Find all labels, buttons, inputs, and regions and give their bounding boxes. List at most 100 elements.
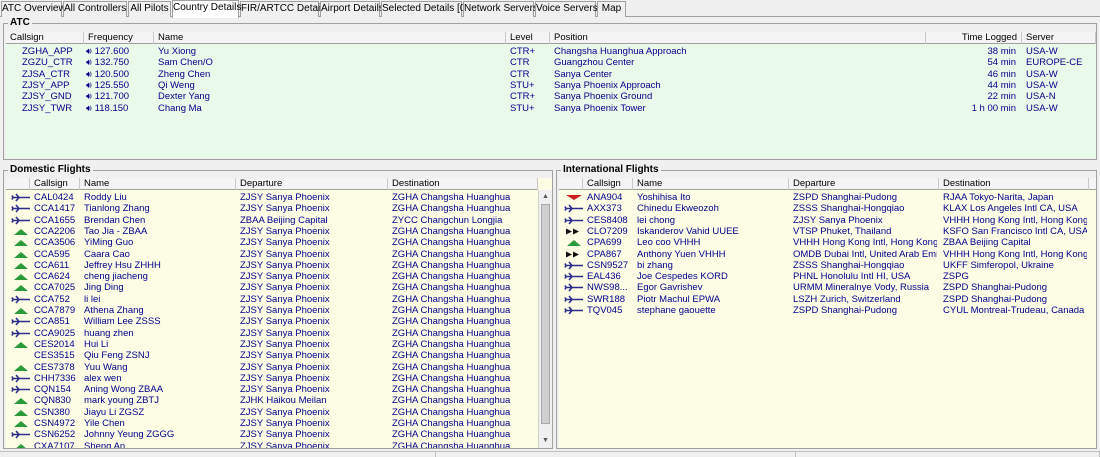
flight-row[interactable]: CSN9527 bi zhang ZSSS Shanghai-Hongqiao UKF…: [559, 260, 1096, 271]
vertical-scrollbar[interactable]: ▲ ▼: [538, 190, 552, 448]
flight-row[interactable]: CQN154 Aning Wong ZBAA ZJSY Sanya Phoenix Z…: [6, 384, 538, 395]
atc-row[interactable]: ZJSY_GND 🔊︎ 121.700 Dexter Yang CTR+ Sanya Ph…: [6, 91, 1096, 102]
frequency-value: 118.150: [94, 102, 129, 114]
scroll-thumb[interactable]: [541, 204, 550, 424]
callsign-cell: CAL0424: [34, 192, 74, 203]
flight-row[interactable]: ANA904 Yoshihisa Ito ZSPD Shanghai-Pudong R…: [559, 192, 1096, 203]
flight-row[interactable]: CHH7336 alex wen ZJSY Sanya Phoenix ZGHA Ch…: [6, 373, 538, 384]
flight-row[interactable]: CPA867 Anthony Yuen VHHH OMDB Dubai Intl, …: [559, 249, 1096, 260]
frequency-value: 120.500: [94, 68, 130, 80]
name-cell: bi zhang: [637, 259, 673, 271]
flight-row[interactable]: CSN380 Jiayu Li ZGSZ ZJSY Sanya Phoenix ZGH…: [6, 407, 538, 418]
destination-cell: ZGHA Changsha Huanghua: [392, 406, 511, 418]
tab-network-servers[interactable]: Network Servers: [463, 1, 538, 17]
flight-row[interactable]: AXX373 Chinedu Ekweozoh ZSSS Shanghai-Hong…: [559, 203, 1096, 214]
time-cell: 22 min: [987, 91, 1016, 103]
tab-country-details[interactable]: Country Details: [172, 0, 241, 18]
column-header[interactable]: Callsign: [6, 32, 84, 44]
flight-row[interactable]: CCA595 Caara Cao ZJSY Sanya Phoenix ZGHA Ch…: [6, 249, 538, 260]
column-header[interactable]: Name: [633, 178, 789, 190]
flight-row[interactable]: CCA2206 Tao Jia - ZBAA ZJSY Sanya Phoenix Z…: [6, 226, 538, 237]
column-header[interactable]: Server: [1022, 32, 1096, 44]
flight-row[interactable]: CCA624 cheng jiacheng ZJSY Sanya Phoenix ZG…: [6, 271, 538, 282]
column-header[interactable]: Level: [506, 32, 550, 44]
flight-row[interactable]: CES8408 lei chong ZJSY Sanya Phoenix VHHH H…: [559, 215, 1096, 226]
column-header-icon[interactable]: [559, 178, 583, 190]
flight-row[interactable]: CCA3506 YiMing Guo ZJSY Sanya Phoenix ZGHA …: [6, 237, 538, 248]
tab-all-controllers[interactable]: All Controllers: [63, 1, 127, 17]
atc-row[interactable]: ZGHA_APP 🔊︎ 127.600 Yu Xiong CTR+ Changsha Hu…: [6, 46, 1096, 57]
tab-airport-details[interactable]: Airport Details: [320, 1, 384, 17]
flight-row[interactable]: CLO7209 Iskanderov Vahid UUEE VTSP Phuket,…: [559, 226, 1096, 237]
tab-all-pilots[interactable]: All Pilots: [128, 1, 171, 17]
ground-icon: [14, 421, 28, 427]
tab-map[interactable]: Map: [597, 1, 626, 17]
flight-row[interactable]: CCA7025 Jing Ding ZJSY Sanya Phoenix ZGHA C…: [6, 282, 538, 293]
international-flights-list[interactable]: Callsign Name Departure Destination ANA904 Yo…: [559, 178, 1096, 448]
destination-cell: ZGHA Changsha Huanghua: [392, 248, 511, 260]
name-cell: Roddy Liu: [84, 192, 127, 203]
plane-icon: [11, 329, 30, 338]
flight-row[interactable]: EAL436 Joe Cespedes KORD PHNL Honolulu Int…: [559, 271, 1096, 282]
departure-cell: ZJSY Sanya Phoenix: [240, 316, 330, 328]
tab-selected-details-0[interactable]: Selected Details [0]: [381, 1, 468, 17]
callsign-cell: CCA611: [34, 259, 70, 271]
scroll-up-button[interactable]: ▲: [539, 190, 552, 204]
column-header[interactable]: Destination: [939, 178, 1089, 190]
server-cell: USA-N: [1026, 91, 1056, 103]
tab-atc-overview[interactable]: ATC Overview: [1, 1, 66, 17]
status-bar: [0, 451, 1100, 457]
column-header[interactable]: Name: [154, 32, 506, 44]
column-header[interactable]: Position: [550, 32, 926, 44]
flight-row[interactable]: CCA9025 huang zhen ZJSY Sanya Phoenix ZGHA …: [6, 328, 538, 339]
column-header[interactable]: Time Logged: [926, 32, 1022, 44]
flight-row[interactable]: SWR188 Piotr Machul EPWA LSZH Zurich, Swit…: [559, 294, 1096, 305]
flight-row[interactable]: CES2014 Hui Li ZJSY Sanya Phoenix ZGHA Chan…: [6, 339, 538, 350]
tab-fir-artcc-details[interactable]: FIR/ARTCC Details: [240, 1, 328, 17]
flight-row[interactable]: CPA699 Leo coo VHHH VHHH Hong Kong Intl, H…: [559, 237, 1096, 248]
column-header[interactable]: Callsign: [583, 178, 633, 190]
departure-cell: ZJSY Sanya Phoenix: [240, 406, 330, 418]
flight-row[interactable]: TQV045 stephane gaouette ZSPD Shanghai-Pud…: [559, 305, 1096, 316]
flight-row[interactable]: CCA752 li lei ZJSY Sanya Phoenix ZGHA Chang…: [6, 294, 538, 305]
column-header-icon[interactable]: [6, 178, 30, 190]
flight-row[interactable]: CXA7107 Sheng An ZJSY Sanya Phoenix ZGHA Ch…: [6, 441, 538, 448]
flight-row[interactable]: CSN6252 Johnny Yeung ZGGG ZJSY Sanya Phoen…: [6, 429, 538, 440]
atc-row[interactable]: ZGZU_CTR 🔊︎ 132.750 Sam Chen/O CTR Guangzhou …: [6, 57, 1096, 68]
flight-row[interactable]: CCA851 William Lee ZSSS ZJSY Sanya Phoenix…: [6, 316, 538, 327]
callsign-cell: CCA1417: [34, 203, 76, 215]
name-cell: Iskanderov Vahid UUEE: [637, 225, 739, 237]
flight-row[interactable]: CCA1655 Brendan Chen ZBAA Beijing Capital Z…: [6, 215, 538, 226]
callsign-cell: CCA9025: [34, 327, 76, 339]
name-cell: Caara Cao: [84, 248, 130, 260]
domestic-flights-list[interactable]: Callsign Name Departure Destination CAL0424 R…: [6, 178, 552, 448]
flight-row[interactable]: CAL0424 Roddy Liu ZJSY Sanya Phoenix ZGHA C…: [6, 192, 538, 203]
column-header[interactable]: Callsign: [30, 178, 80, 190]
flight-row[interactable]: CCA611 Jeffrey Hsu ZHHH ZJSY Sanya Phoenix…: [6, 260, 538, 271]
scroll-down-button[interactable]: ▼: [539, 434, 552, 448]
callsign-cell: CSN4972: [34, 418, 76, 429]
flight-row[interactable]: NWS98... Egor Gavrishev URMM Mineralnye Vo…: [559, 282, 1096, 293]
column-header[interactable]: Destination: [388, 178, 538, 190]
column-header[interactable]: Frequency: [84, 32, 154, 44]
column-header[interactable]: Departure: [236, 178, 388, 190]
column-header[interactable]: Departure: [789, 178, 939, 190]
time-cell: 46 min: [987, 68, 1016, 80]
callsign-cell: ZJSY_TWR: [22, 102, 73, 114]
status-segment: [436, 452, 796, 457]
flight-row[interactable]: CSN4972 Yile Chen ZJSY Sanya Phoenix ZGHA C…: [6, 418, 538, 429]
atc-row[interactable]: ZJSY_TWR 🔊︎ 118.150 Chang Ma STU+ Sanya Phoen…: [6, 103, 1096, 114]
flight-row[interactable]: CCA1417 Tianlong Zhang ZJSY Sanya Phoenix Z…: [6, 203, 538, 214]
flight-row[interactable]: CES3515 Qiu Feng ZSNJ ZJSY Sanya Phoenix ZG…: [6, 350, 538, 361]
atc-list[interactable]: Callsign Frequency Name Level Position Time L…: [6, 32, 1096, 158]
column-header[interactable]: Name: [80, 178, 236, 190]
destination-cell: ZGHA Changsha Huanghua: [392, 237, 511, 249]
flight-row[interactable]: CCA7879 Athena Zhang ZJSY Sanya Phoenix ZGH…: [6, 305, 538, 316]
departure-cell: ZJSY Sanya Phoenix: [240, 282, 330, 294]
atc-row[interactable]: ZJSY_APP 🔊︎ 125.550 Qi Weng STU+ Sanya Phoeni…: [6, 80, 1096, 91]
atc-row[interactable]: ZJSA_CTR 🔊︎ 120.500 Zheng Chen CTR Sanya Cent…: [6, 69, 1096, 80]
departure-cell: PHNL Honolulu Intl HI, USA: [793, 271, 911, 283]
flight-row[interactable]: CES7378 Yuu Wang ZJSY Sanya Phoenix ZGHA Ch…: [6, 362, 538, 373]
tab-voice-servers[interactable]: Voice Servers: [535, 1, 598, 17]
flight-row[interactable]: CQN830 mark young ZBTJ ZJHK Haikou Meilan Z…: [6, 395, 538, 406]
